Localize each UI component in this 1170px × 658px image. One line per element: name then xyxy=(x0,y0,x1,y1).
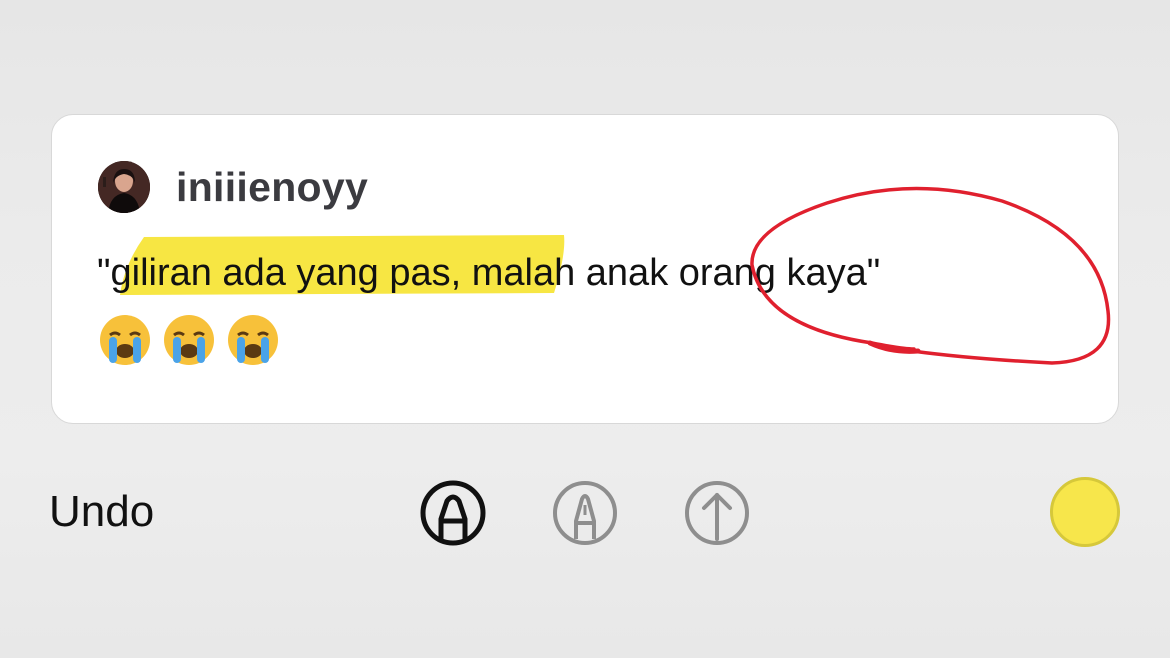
marker-tool-button[interactable] xyxy=(551,479,619,547)
arrow-up-icon xyxy=(685,481,749,545)
color-picker-swatch[interactable] xyxy=(1050,477,1120,547)
avatar[interactable] xyxy=(98,161,150,213)
post-card: iniiienoyy "giliran ada yang pas, malah … xyxy=(51,114,1119,424)
crying-face-emoji-icon xyxy=(100,315,150,365)
undo-button[interactable]: Undo xyxy=(49,486,154,538)
marker-icon xyxy=(553,481,617,545)
username[interactable]: iniiienoyy xyxy=(176,161,368,213)
avatar-photo-icon xyxy=(98,161,150,213)
crying-face-emoji-icon xyxy=(164,315,214,365)
pen-icon xyxy=(420,480,486,546)
emoji-row xyxy=(98,313,280,367)
arrow-tool-button[interactable] xyxy=(683,479,751,547)
post-quote-text: "giliran ada yang pas, malah anak orang … xyxy=(97,252,881,294)
crying-face-emoji-icon xyxy=(228,315,278,365)
pen-tool-button[interactable] xyxy=(419,479,487,547)
